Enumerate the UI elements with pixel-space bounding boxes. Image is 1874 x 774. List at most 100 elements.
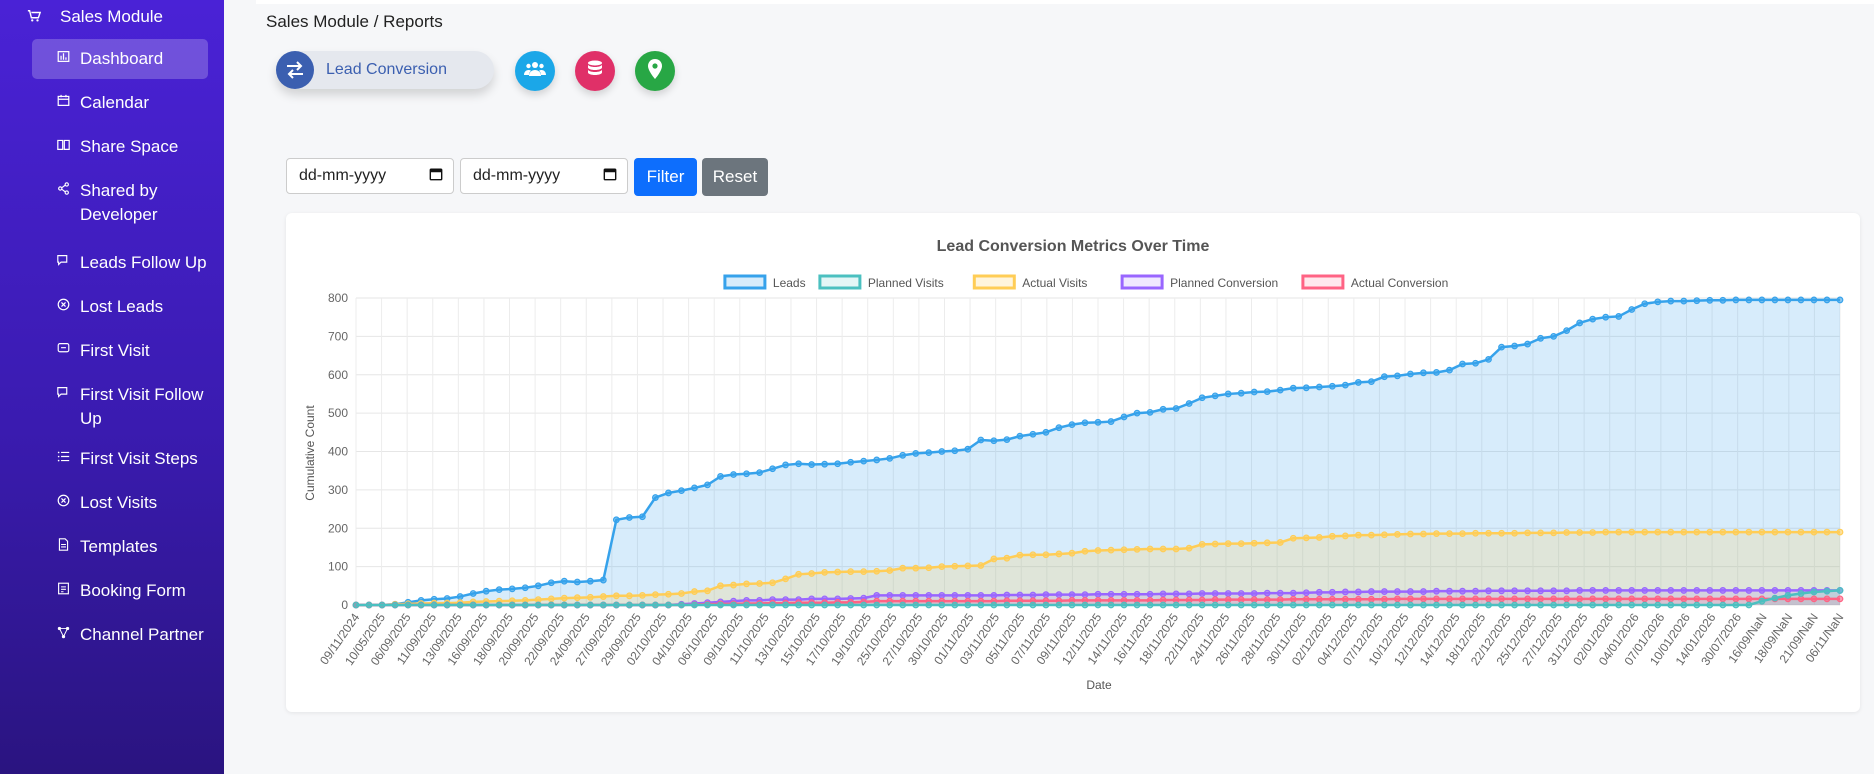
data-point [1224,540,1232,548]
data-point [730,601,737,609]
sidebar-item-first-visit[interactable]: First Visit [32,331,208,371]
data-point [665,489,672,497]
sidebar-item-calendar[interactable]: Calendar [32,83,208,123]
sidebar-item-first-visit-steps[interactable]: First Visit Steps [32,439,208,479]
form-icon [56,579,70,603]
data-point [1341,601,1349,609]
data-point [469,601,477,609]
data-point [456,601,464,609]
data-point [1016,551,1024,559]
sidebar-item-label: First Visit Follow Up [80,385,204,428]
sidebar-item-lost-leads[interactable]: Lost Leads [32,287,208,327]
topbar-edge [256,0,1874,4]
data-point [1602,587,1610,594]
data-point [1641,587,1649,594]
tab-users[interactable] [515,51,555,91]
sidebar-item-booking-form[interactable]: Booking Form [32,571,208,611]
tab-database[interactable] [575,51,615,91]
sidebar-header-label: Sales Module [60,7,164,26]
data-point [1120,590,1128,598]
data-point [1394,530,1401,538]
sidebar-item-lost-visits[interactable]: Lost Visits [32,483,208,523]
data-point [1563,529,1571,536]
data-point [1159,545,1167,553]
data-point [847,568,855,576]
data-point [951,592,959,599]
data-point [482,587,490,595]
sidebar-item-leads-follow-up[interactable]: Leads Follow Up [32,243,208,283]
data-point [1055,591,1063,599]
data-point [1328,595,1336,603]
sidebar-item-shared-by-developer[interactable]: Shared by Developer [32,171,208,235]
data-point [1446,530,1453,538]
data-point [1315,383,1323,391]
sidebar-item-share-space[interactable]: Share Space [32,127,208,167]
data-point [1563,587,1571,595]
data-point [678,487,685,495]
data-point [1459,587,1466,595]
data-point [1680,587,1688,594]
y-tick-label: 500 [328,406,348,420]
data-point [1563,601,1571,609]
data-point [1745,587,1753,594]
tab-lead-conversion[interactable]: Lead Conversion [276,51,494,89]
data-point [1745,528,1753,536]
sidebar-item-first-visit-follow-up[interactable]: First Visit Follow Up [32,375,208,439]
sidebar-item-templates[interactable]: Templates [32,527,208,567]
data-point [652,601,659,609]
data-point [873,592,881,599]
legend-swatch [723,274,767,290]
data-point [782,575,789,583]
data-point [977,436,985,444]
data-point [1016,601,1024,609]
data-point [1224,596,1232,604]
data-point [1302,384,1310,392]
data-point [691,601,698,609]
data-point [1498,529,1505,537]
start-date-input[interactable]: dd-mm-yyyy [286,158,454,194]
data-point [912,601,920,609]
data-point [912,450,920,457]
data-point [495,601,503,609]
legend-label: Actual Conversion [1351,276,1448,290]
tab-map[interactable] [635,51,675,91]
data-point [586,593,594,601]
book-icon [56,135,70,159]
data-point [925,601,933,609]
data-point [1367,378,1375,386]
legend-swatch [1301,274,1345,290]
data-point [625,514,633,521]
start-date-value: dd-mm-yyyy [299,167,387,184]
y-tick-label: 100 [328,560,348,574]
data-point [508,601,516,609]
data-point [899,601,907,609]
data-point [1380,373,1388,381]
sidebar-item-dashboard[interactable]: Dashboard [32,39,208,79]
data-point [1550,529,1558,537]
end-date-input[interactable]: dd-mm-yyyy [460,158,628,194]
data-point [1836,296,1844,304]
data-point [1459,360,1466,368]
calendar-icon[interactable] [429,167,443,186]
filter-button[interactable]: Filter [634,158,697,196]
data-point [1029,601,1037,609]
data-point [1211,540,1219,548]
data-point [1823,595,1831,603]
calendar-icon[interactable] [603,167,617,186]
sidebar-item-channel-partner[interactable]: Channel Partner [32,615,208,655]
data-point [1524,587,1531,595]
data-point [1615,595,1623,603]
data-point [1537,334,1544,342]
data-point [1250,601,1258,609]
data-point [665,590,672,598]
chart-legend: Leads Planned Visits Actual Visits Planned … [723,274,1448,290]
data-point [990,555,998,563]
data-point [1563,327,1571,335]
sidebar-header[interactable]: Sales Module [24,4,163,30]
data-point [495,586,503,594]
data-point [1641,601,1649,609]
data-point [1589,595,1597,603]
data-point [521,601,529,609]
data-point [1328,588,1336,596]
reset-button[interactable]: Reset [702,158,768,196]
